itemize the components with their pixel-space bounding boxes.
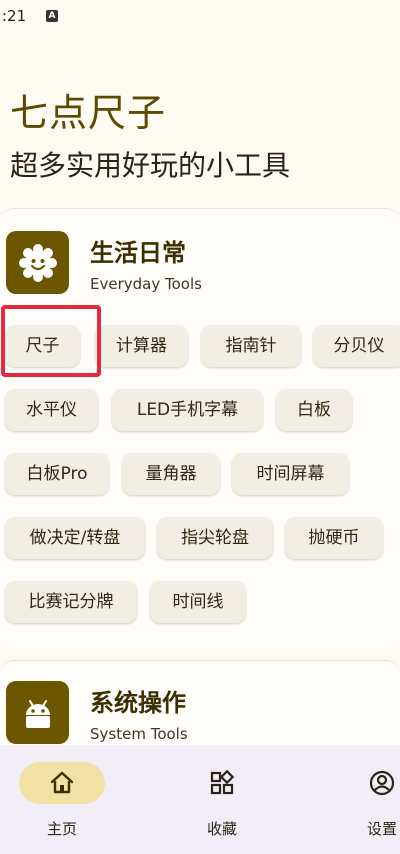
category-title: 系统操作 <box>90 689 186 717</box>
sun-face-icon <box>6 231 69 294</box>
category-subtitle: Everyday Tools <box>90 275 202 293</box>
tool-protractor-chip[interactable]: 量角器 <box>122 453 220 495</box>
tool-whiteboard-chip[interactable]: 白板 <box>276 389 352 431</box>
category-subtitle: System Tools <box>90 725 188 743</box>
nav-home-label: 主页 <box>46 820 77 838</box>
home-icon <box>50 771 74 794</box>
tool-scoreboard-chip[interactable]: 比赛记分牌 <box>5 581 137 623</box>
nav-favorites-label: 收藏 <box>206 820 237 838</box>
tool-level-chip[interactable]: 水平仪 <box>5 389 98 431</box>
tool-compass-chip[interactable]: 指南针 <box>201 325 301 367</box>
tool-decibel-chip[interactable]: 分贝仪 <box>313 325 400 367</box>
tool-coin-flip-chip[interactable]: 抛硬币 <box>285 517 383 559</box>
account-icon <box>369 770 395 796</box>
bottom-navigation: 主页 收藏 设置 <box>0 745 400 854</box>
status-bar: :21 A <box>0 0 400 34</box>
nav-settings-label: 设置 <box>366 820 397 838</box>
tool-whiteboard-pro-chip[interactable]: 白板Pro <box>5 453 109 495</box>
android-icon <box>6 681 69 744</box>
page-subtitle: 超多实用好玩的小工具 <box>10 149 291 182</box>
nav-favorites[interactable]: 收藏 <box>160 745 284 854</box>
status-time: :21 <box>2 7 27 25</box>
apps-icon <box>210 769 235 795</box>
notification-a-icon: A <box>46 10 58 22</box>
tool-calculator-chip[interactable]: 计算器 <box>95 325 188 367</box>
category-title: 生活日常 <box>90 239 186 267</box>
tool-timeline-chip[interactable]: 时间线 <box>150 581 246 623</box>
highlight-box <box>1 305 101 377</box>
tool-time-screen-chip[interactable]: 时间屏幕 <box>232 453 349 495</box>
page-title: 七点尺子 <box>10 91 167 135</box>
nav-home[interactable]: 主页 <box>0 745 124 854</box>
tool-finger-wheel-chip[interactable]: 指尖轮盘 <box>157 517 273 559</box>
tool-decision-wheel-chip[interactable]: 做决定/转盘 <box>5 517 145 559</box>
nav-settings[interactable]: 设置 <box>322 745 400 854</box>
tool-led-subtitle-chip[interactable]: LED手机字幕 <box>112 389 263 431</box>
